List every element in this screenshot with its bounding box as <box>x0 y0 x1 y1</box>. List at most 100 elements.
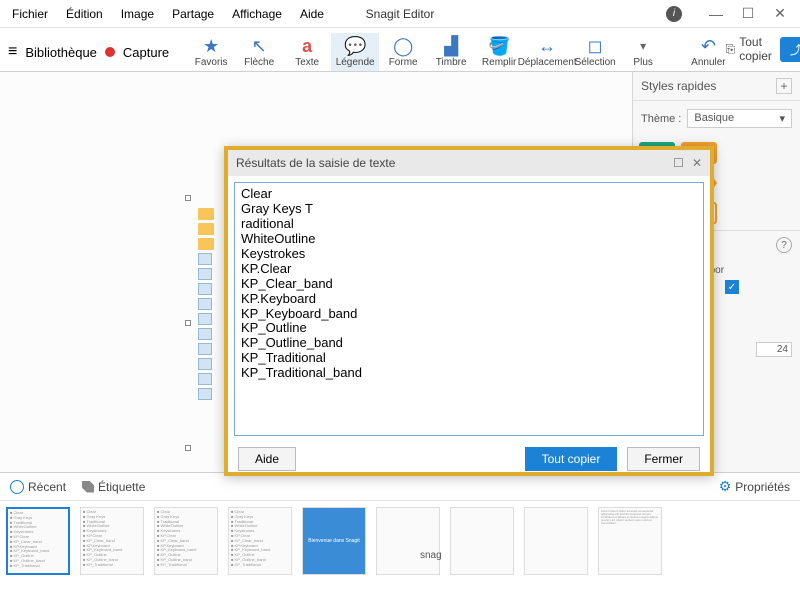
maximize-button[interactable]: ☐ <box>734 4 762 24</box>
dialog-help-button[interactable]: Aide <box>238 447 296 471</box>
callout-icon: 💬 <box>344 35 366 57</box>
menu-help[interactable]: Aide <box>292 3 332 25</box>
title-bar: Fichier Édition Image Partage Affichage … <box>0 0 800 28</box>
text-grab-dialog: Résultats de la saisie de texte ☐ ✕ Clea… <box>224 146 714 476</box>
shadow-checkbox[interactable]: ✓ <box>725 280 739 294</box>
upload-icon: ⤴ <box>790 41 800 58</box>
tool-select[interactable]: ◻Sélection <box>571 33 619 71</box>
dialog-titlebar[interactable]: Résultats de la saisie de texte ☐ ✕ <box>228 150 710 176</box>
tool-label: Sélection <box>575 57 616 68</box>
folder-icon <box>198 238 214 250</box>
recent-tab[interactable]: Récent <box>10 480 66 494</box>
tool-arrow[interactable]: ↖Flèche <box>235 33 283 71</box>
file-list-preview <box>198 208 214 400</box>
file-icon <box>198 328 212 340</box>
dialog-title: Résultats de la saisie de texte <box>236 156 395 170</box>
quick-styles-header: Styles rapides + <box>633 72 800 101</box>
quick-styles-label: Styles rapides <box>641 79 716 93</box>
select-icon: ◻ <box>588 35 603 57</box>
tool-fill[interactable]: 🪣Remplir <box>475 33 523 71</box>
dialog-close-button[interactable]: ✕ <box>692 156 702 170</box>
library-button[interactable]: Bibliothèque <box>25 45 97 60</box>
minimize-button[interactable]: — <box>702 4 730 24</box>
gear-icon: ⚙ <box>719 478 732 495</box>
dialog-maximize-button[interactable]: ☐ <box>673 156 684 170</box>
star-icon: ★ <box>203 35 219 57</box>
shape-icon: ◯ <box>393 35 413 57</box>
window-controls: i — ☐ ✕ <box>666 4 800 24</box>
tool-move[interactable]: ↔Déplacement <box>523 33 571 71</box>
tool-label: Légende <box>336 57 375 68</box>
stamp-icon: ▟ <box>444 35 458 57</box>
fill-icon: 🪣 <box>488 35 510 57</box>
tag-icon <box>82 481 94 493</box>
menu-share[interactable]: Partage <box>164 3 222 25</box>
add-style-button[interactable]: + <box>776 78 792 94</box>
thumbnail[interactable]: ■ Clear ■ Gray Keys ■ Traditional ■ Whit… <box>6 507 70 575</box>
clock-icon <box>10 480 24 494</box>
record-icon <box>105 47 115 57</box>
thumbnail[interactable]: ■ Clear ■ Gray Keys ■ Traditional ■ Whit… <box>80 507 144 575</box>
file-icon <box>198 373 212 385</box>
menu-image[interactable]: Image <box>113 3 162 25</box>
menu-icon[interactable]: ≡ <box>8 43 17 61</box>
chevron-down-icon: ▾ <box>640 35 646 57</box>
main-toolbar: ≡ Bibliothèque Capture ★Favoris ↖Flèche … <box>0 28 800 72</box>
menu-edit[interactable]: Édition <box>58 3 111 25</box>
copy-all-label: Tout copier <box>739 35 772 63</box>
thumbnail[interactable]: ■ Clear ■ Gray Keys ■ Traditional ■ Whit… <box>154 507 218 575</box>
theme-select[interactable]: Basique ▾ <box>687 109 792 128</box>
close-button[interactable]: ✕ <box>766 4 794 24</box>
file-icon <box>198 283 212 295</box>
properties-button[interactable]: ⚙Propriétés <box>719 478 790 495</box>
recent-label: Récent <box>28 480 66 494</box>
thumbnail[interactable] <box>376 507 440 575</box>
copy-icon: ⎘ <box>726 42 736 57</box>
tool-shape[interactable]: ◯Forme <box>379 33 427 71</box>
dialog-copy-all-button[interactable]: Tout copier <box>525 447 618 471</box>
file-icon <box>198 253 212 265</box>
tool-label: Timbre <box>436 57 467 68</box>
capture-button[interactable]: Capture <box>123 45 169 60</box>
tool-callout[interactable]: 💬Légende <box>331 33 379 71</box>
menu-file[interactable]: Fichier <box>4 3 56 25</box>
tool-label: Flèche <box>244 57 274 68</box>
thumbnail-filename: snag <box>420 550 442 561</box>
tag-tab[interactable]: Étiquette <box>82 480 145 494</box>
thumbnail[interactable]: Lorem ipsum dolor sit amet consectetur a… <box>598 507 662 575</box>
file-icon <box>198 313 212 325</box>
arrow-icon: ↖ <box>252 35 267 57</box>
menu-view[interactable]: Affichage <box>224 3 290 25</box>
thumbnail[interactable]: Bienvenue dans Snagit <box>302 507 366 575</box>
folder-icon <box>198 223 214 235</box>
tool-favorites[interactable]: ★Favoris <box>187 33 235 71</box>
thumbnail[interactable] <box>450 507 514 575</box>
undo-button[interactable]: ↶ Annuler <box>691 36 725 71</box>
file-icon <box>198 343 212 355</box>
thumbnail[interactable] <box>524 507 588 575</box>
help-icon[interactable]: ? <box>776 237 792 253</box>
file-icon <box>198 358 212 370</box>
file-icon <box>198 268 212 280</box>
tool-label: Texte <box>295 57 319 68</box>
tool-text[interactable]: aTexte <box>283 33 331 71</box>
theme-value: Basique <box>694 112 734 125</box>
info-icon[interactable]: i <box>666 6 682 22</box>
tool-label: Forme <box>389 57 418 68</box>
tool-label: Remplir <box>482 57 516 68</box>
properties-label: Propriétés <box>735 480 790 494</box>
file-icon <box>198 298 212 310</box>
tool-label: Favoris <box>195 57 228 68</box>
copy-all-button[interactable]: ⎘ Tout copier <box>726 35 772 63</box>
size-input[interactable]: 24 <box>756 342 792 357</box>
tool-more[interactable]: ▾Plus <box>619 33 667 71</box>
dialog-close-text-button[interactable]: Fermer <box>627 447 700 471</box>
share-button[interactable]: ⤴ Partage <box>780 37 800 62</box>
tool-stamp[interactable]: ▟Timbre <box>427 33 475 71</box>
app-title: Snagit Editor <box>366 7 435 21</box>
thumbnail-caption: Bienvenue dans Snagit <box>308 538 359 544</box>
bottom-bar: Récent Étiquette ⚙Propriétés <box>0 472 800 500</box>
dialog-text-output[interactable]: ClearGray Keys TraditionalWhiteOutlineKe… <box>234 182 704 436</box>
thumbnail[interactable]: ■ Clear ■ Gray Keys ■ Traditional ■ Whit… <box>228 507 292 575</box>
menu-bar: Fichier Édition Image Partage Affichage … <box>0 3 336 25</box>
